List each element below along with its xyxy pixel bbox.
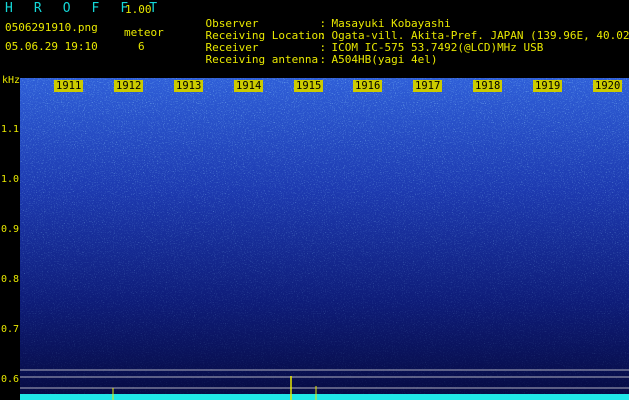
info-row-antenna: Receiving antenna: A504HB(yagi 4el) (179, 40, 438, 79)
header-panel: H R O F F T 1.00 0506291910.png 05.06.29… (0, 0, 629, 78)
filename: 0506291910.png (5, 21, 98, 34)
info-key: Receiving antenna (205, 53, 319, 66)
y-axis-label: 0.9 (1, 224, 20, 235)
y-axis-label: 0.8 (1, 274, 20, 285)
y-axis-label: 0.7 (1, 324, 20, 335)
time-label: 1920 (593, 80, 623, 92)
time-label: 1915 (294, 80, 324, 92)
time-label: 1916 (353, 80, 383, 92)
app-version: 1.00 (125, 3, 152, 16)
y-axis-label: 1.0 (1, 174, 20, 185)
frequency-unit-label: kHz (2, 75, 21, 86)
meteor-label: meteor (124, 26, 164, 39)
time-label: 1919 (533, 80, 563, 92)
datetime: 05.06.29 19:10 (5, 40, 98, 53)
time-label: 1912 (114, 80, 144, 92)
y-axis-label: 1.1 (1, 124, 20, 135)
noise-texture (20, 78, 629, 400)
time-label: 1914 (234, 80, 264, 92)
spectrogram (20, 78, 629, 400)
time-label: 1918 (473, 80, 503, 92)
spectrogram-canvas (20, 78, 629, 400)
info-colon: : (319, 53, 327, 66)
time-label: 1917 (413, 80, 443, 92)
time-label: 1911 (54, 80, 84, 92)
signal-trace (20, 394, 629, 400)
time-label: 1913 (174, 80, 204, 92)
meteor-count: 6 (138, 40, 145, 53)
y-axis-label: 0.6 (1, 374, 20, 385)
info-value: A504HB(yagi 4el) (331, 53, 438, 66)
